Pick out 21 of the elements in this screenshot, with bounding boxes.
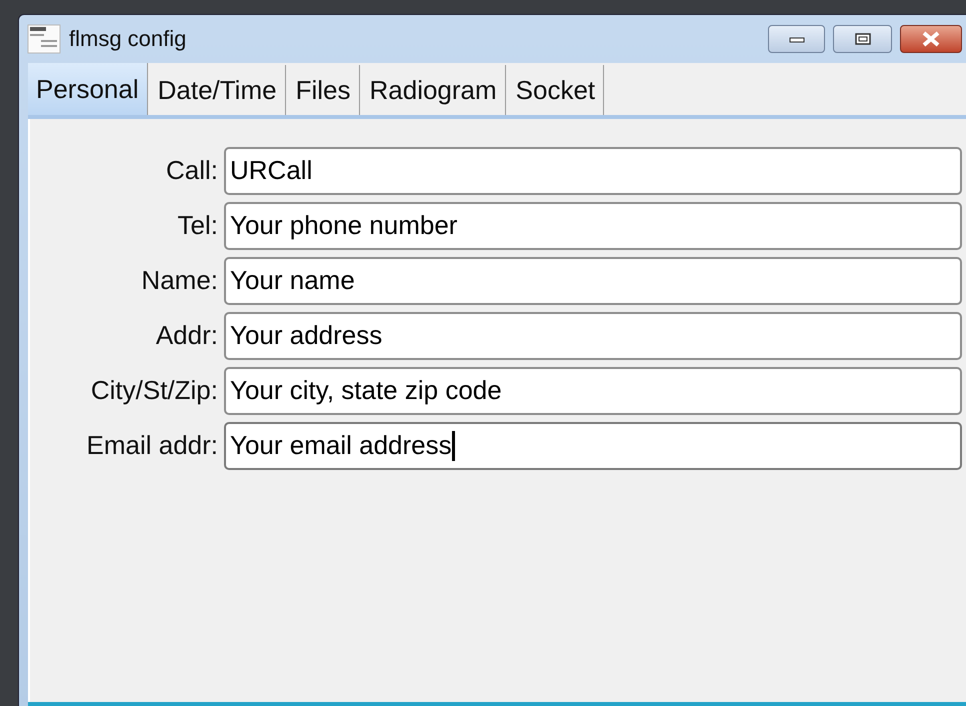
maximize-button[interactable] (833, 25, 892, 53)
input-field[interactable]: Your phone number (224, 202, 962, 250)
maximize-icon (854, 33, 870, 45)
field-label: Email addr: (86, 430, 218, 461)
field-label: Name: (140, 265, 218, 296)
input-field[interactable]: Your address (224, 312, 962, 360)
input-field[interactable]: Your email address (224, 422, 962, 470)
input-field[interactable]: Your city, state zip code (224, 366, 962, 414)
minimize-icon (788, 35, 804, 43)
field-label: City/St/Zip: (90, 375, 218, 406)
field-label: Call: (164, 155, 218, 186)
close-icon (921, 31, 941, 47)
input-field[interactable]: URCall (224, 146, 962, 194)
tab[interactable]: Personal (28, 63, 148, 115)
minimize-button[interactable] (768, 25, 825, 53)
field-label: Addr: (154, 320, 218, 351)
field-label: Tel: (176, 210, 218, 241)
app-icon (27, 24, 61, 54)
close-button[interactable] (900, 25, 962, 53)
input-field[interactable]: Your name (224, 256, 962, 304)
window-title: flmsg config (69, 26, 188, 52)
